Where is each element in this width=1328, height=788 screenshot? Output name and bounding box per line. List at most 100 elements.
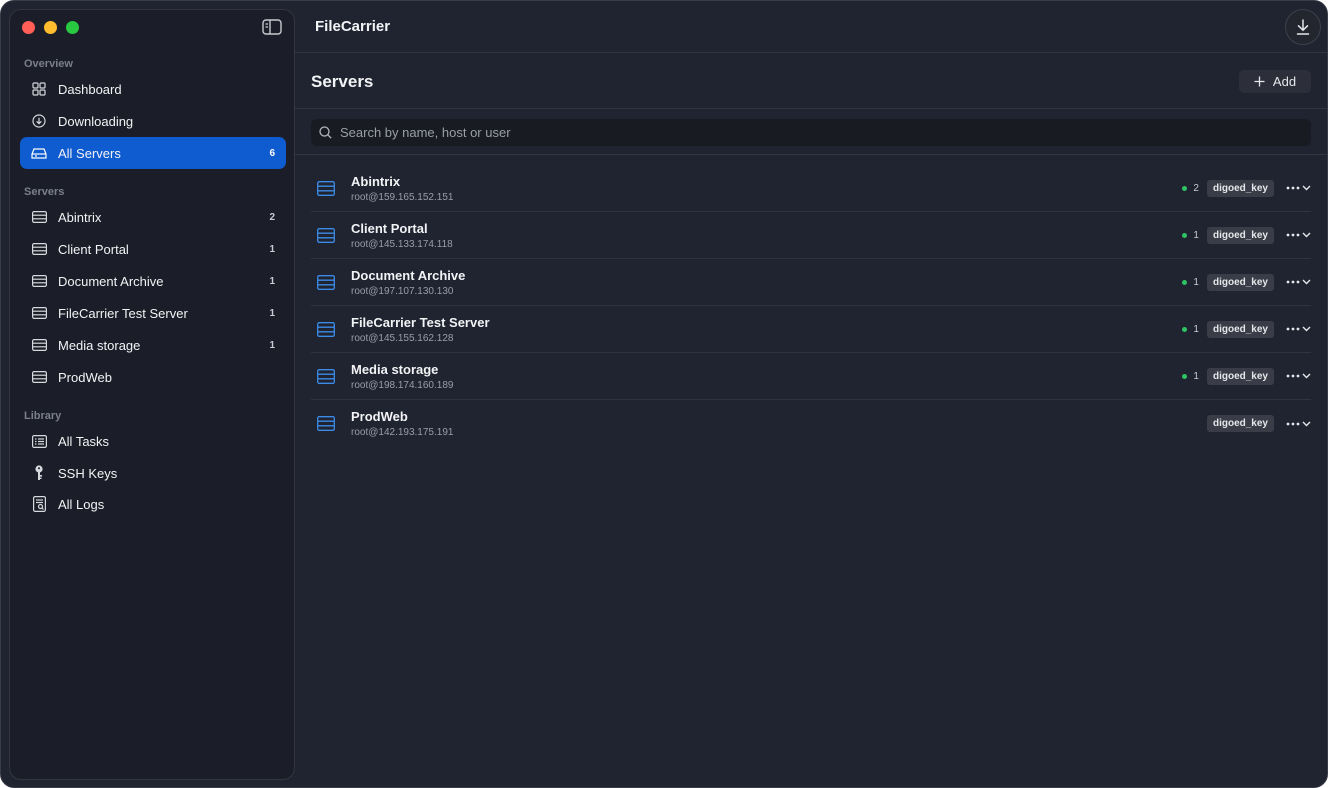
sidebar-item-label: Media storage (58, 337, 141, 353)
server-icon (31, 337, 47, 353)
server-icon (31, 241, 47, 257)
download-circle-icon (31, 113, 47, 129)
server-row-media-storage[interactable]: Media storage root@198.174.160.189 1 dig… (311, 353, 1311, 400)
sidebar-item-filecarrier-test-server[interactable]: FileCarrier Test Server 1 (20, 297, 286, 329)
zoom-window-button[interactable] (66, 21, 79, 34)
sidebar-item-media-storage[interactable]: Media storage 1 (20, 329, 286, 361)
ellipsis-icon (1286, 327, 1300, 331)
logs-icon (31, 496, 47, 512)
sidebar-toggle-icon[interactable] (262, 19, 282, 35)
sidebar-item-count: 1 (269, 307, 275, 319)
more-options-button[interactable] (1286, 232, 1311, 238)
server-row-client-portal[interactable]: Client Portal root@145.133.174.118 1 dig… (311, 212, 1311, 259)
ellipsis-icon (1286, 374, 1300, 378)
server-host: root@145.133.174.118 (351, 238, 453, 250)
server-list: Abintrix root@159.165.152.151 2 digoed_k… (311, 165, 1311, 447)
ssh-key-badge: digoed_key (1206, 320, 1274, 338)
server-icon (317, 368, 335, 384)
server-icon (31, 273, 47, 289)
search-bar[interactable] (311, 119, 1311, 146)
sidebar-item-client-portal[interactable]: Client Portal 1 (20, 233, 286, 265)
sidebar-item-dashboard[interactable]: Dashboard (20, 73, 286, 105)
sidebar-item-prodweb[interactable]: ProdWeb (20, 361, 286, 393)
sidebar-item-label: Abintrix (58, 209, 102, 225)
downloads-button[interactable] (1285, 9, 1321, 45)
sidebar-item-label: ProdWeb (58, 369, 112, 385)
server-info: Abintrix root@159.165.152.151 (351, 174, 1182, 203)
connection-count: 1 (1193, 323, 1199, 335)
add-server-button[interactable]: Add (1239, 70, 1311, 93)
more-options-button[interactable] (1286, 279, 1311, 285)
server-info: Client Portal root@145.133.174.118 (351, 221, 1182, 250)
sidebar-item-label: All Logs (58, 496, 105, 512)
sidebar-item-count: 1 (269, 339, 275, 351)
server-name: FileCarrier Test Server (351, 314, 490, 330)
add-button-label: Add (1272, 74, 1297, 89)
connection-status: 1 (1182, 230, 1199, 241)
section-label-overview: Overview (24, 58, 73, 70)
ellipsis-icon (1286, 186, 1300, 190)
server-icon (31, 209, 47, 225)
minimize-window-button[interactable] (44, 21, 57, 34)
sidebar: Overview Dashboard Downloading All Serve… (9, 9, 295, 780)
sidebar-item-all-logs[interactable]: All Logs (20, 488, 286, 520)
connection-status: 1 (1182, 324, 1199, 335)
chevron-down-icon (1302, 185, 1311, 191)
grid-icon (31, 81, 47, 97)
main-panel: FileCarrier Servers Add A (295, 1, 1327, 787)
sidebar-item-count: 6 (269, 147, 275, 159)
sidebar-item-document-archive[interactable]: Document Archive 1 (20, 265, 286, 297)
server-name: Abintrix (351, 173, 401, 189)
sidebar-item-all-servers[interactable]: All Servers 6 (20, 137, 286, 169)
sidebar-item-label: FileCarrier Test Server (58, 305, 188, 321)
server-icon (31, 369, 47, 385)
server-name: Media storage (351, 361, 439, 377)
more-options-button[interactable] (1286, 185, 1311, 191)
close-window-button[interactable] (22, 21, 35, 34)
search-divider (295, 154, 1327, 155)
server-icon (317, 321, 335, 337)
more-options-button[interactable] (1286, 421, 1311, 427)
server-host: root@197.107.130.130 (351, 285, 454, 297)
sidebar-item-count: 1 (269, 275, 275, 287)
chevron-down-icon (1302, 326, 1311, 332)
more-options-button[interactable] (1286, 373, 1311, 379)
sidebar-item-ssh-keys[interactable]: SSH Keys (20, 457, 286, 489)
server-info: FileCarrier Test Server root@145.155.162… (351, 315, 1182, 344)
sidebar-item-label: SSH Keys (58, 465, 118, 481)
sidebar-item-label: All Tasks (58, 433, 110, 449)
search-input[interactable] (340, 125, 1311, 140)
server-name: Document Archive (351, 267, 466, 283)
server-icon (317, 416, 335, 431)
app-title: FileCarrier (315, 18, 391, 35)
online-dot-icon (1182, 373, 1188, 379)
server-row-filecarrier-test-server[interactable]: FileCarrier Test Server root@145.155.162… (311, 306, 1311, 353)
sidebar-item-label: Client Portal (58, 241, 129, 257)
server-row-document-archive[interactable]: Document Archive root@197.107.130.130 1 … (311, 259, 1311, 306)
online-dot-icon (1182, 326, 1188, 332)
server-name: ProdWeb (351, 409, 408, 424)
sidebar-item-label: Document Archive (58, 273, 164, 289)
sidebar-item-abintrix[interactable]: Abintrix 2 (20, 201, 286, 233)
key-icon (31, 465, 47, 481)
connection-count: 1 (1193, 370, 1199, 382)
server-host: root@198.174.160.189 (351, 379, 454, 391)
server-icon (317, 180, 335, 196)
more-options-button[interactable] (1286, 326, 1311, 332)
sidebar-item-count: 1 (269, 243, 275, 255)
header-divider (295, 52, 1327, 53)
sidebar-item-downloading[interactable]: Downloading (20, 105, 286, 137)
connection-status: 1 (1182, 371, 1199, 382)
connection-count: 1 (1193, 229, 1199, 241)
server-host: root@145.155.162.128 (351, 332, 454, 344)
server-info: Media storage root@198.174.160.189 (351, 362, 1182, 391)
ellipsis-icon (1286, 233, 1300, 237)
chevron-down-icon (1302, 279, 1311, 285)
server-row-prodweb[interactable]: ProdWeb root@142.193.175.191 digoed_key (311, 400, 1311, 447)
server-name: Client Portal (351, 220, 428, 236)
sidebar-item-count: 2 (269, 211, 275, 223)
connection-count: 2 (1193, 182, 1199, 194)
window-controls (22, 21, 79, 34)
server-row-abintrix[interactable]: Abintrix root@159.165.152.151 2 digoed_k… (311, 165, 1311, 212)
sidebar-item-all-tasks[interactable]: All Tasks (20, 425, 286, 457)
